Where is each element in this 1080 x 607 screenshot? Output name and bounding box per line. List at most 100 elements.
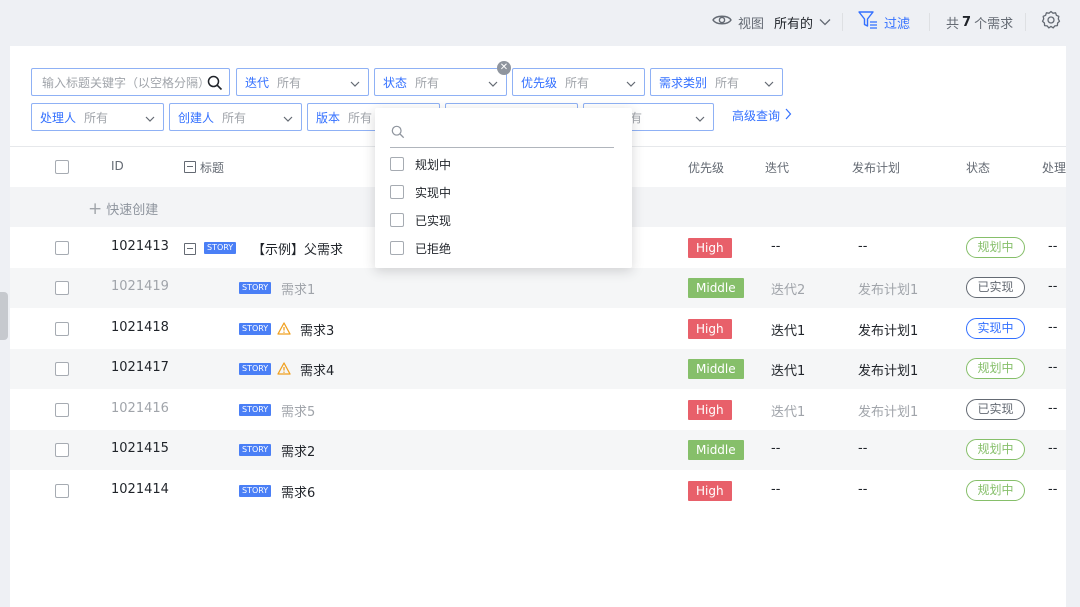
row-release-plan: -- (858, 482, 868, 497)
status-filter-dropdown: 规划中 实现中 已实现 已拒绝 (375, 108, 632, 268)
filter-requirement-category[interactable]: 需求类别 所有 (650, 68, 783, 96)
search-icon[interactable] (207, 75, 223, 94)
header-release-plan[interactable]: 发布计划 (852, 159, 900, 176)
row-checkbox[interactable] (55, 403, 69, 417)
filter-iteration[interactable]: 迭代 所有 (236, 68, 369, 96)
row-release-plan: -- (858, 239, 868, 254)
clear-status-filter-icon[interactable]: ✕ (497, 61, 511, 75)
table-row[interactable]: 1021417 STORY 需求4 Middle 迭代1 发布计划1 规划中 -- (10, 349, 1066, 389)
row-iteration: 迭代1 (771, 364, 806, 379)
option-checkbox[interactable] (390, 213, 404, 227)
priority-badge: High (688, 238, 732, 258)
filter-handler[interactable]: 处理人 所有 (31, 103, 164, 131)
row-title[interactable]: 需求6 (281, 482, 315, 501)
header-priority[interactable]: 优先级 (688, 159, 724, 176)
status-badge[interactable]: 已实现 (966, 277, 1025, 298)
table-row[interactable]: 1021419 STORY 需求1 Middle 迭代2 发布计划1 已实现 -- (10, 268, 1066, 308)
option-checkbox[interactable] (390, 241, 404, 255)
chevron-down-icon (488, 77, 498, 91)
priority-badge: High (688, 481, 732, 501)
filter-priority[interactable]: 优先级 所有 (512, 68, 645, 96)
divider (929, 13, 930, 31)
settings-button[interactable] (1041, 10, 1061, 32)
view-value: 所有的 (774, 16, 814, 32)
row-release-plan: 发布计划1 (858, 364, 919, 379)
dropdown-option-rejected[interactable]: 已拒绝 (390, 238, 451, 258)
row-title[interactable]: 需求1 (281, 279, 315, 298)
status-badge[interactable]: 规划中 (966, 439, 1025, 460)
table-row[interactable]: 1021414 STORY 需求6 High -- -- 规划中 -- (10, 471, 1066, 511)
dropdown-option-planning[interactable]: 规划中 (390, 154, 451, 174)
collapse-all-icon[interactable] (184, 161, 196, 173)
header-handler[interactable]: 处理 (1042, 159, 1066, 176)
warning-icon (277, 322, 291, 339)
header-status[interactable]: 状态 (966, 159, 990, 176)
row-iteration: 迭代1 (771, 324, 806, 339)
select-all-checkbox[interactable] (55, 160, 69, 174)
option-checkbox[interactable] (390, 157, 404, 171)
quick-create-button[interactable]: + 快速创建 (88, 199, 158, 219)
collapse-icon[interactable] (184, 243, 196, 255)
dropdown-option-done[interactable]: 已实现 (390, 210, 451, 230)
priority-badge: Middle (688, 440, 744, 460)
priority-badge: High (688, 319, 732, 339)
row-title[interactable]: 需求2 (281, 441, 315, 460)
header-iteration[interactable]: 迭代 (765, 159, 789, 176)
priority-badge: Middle (688, 278, 744, 298)
row-iteration: -- (771, 482, 781, 497)
table-row[interactable]: 1021415 STORY 需求2 Middle -- -- 规划中 -- (10, 430, 1066, 470)
table-row[interactable]: 1021416 STORY 需求5 High 迭代1 发布计划1 已实现 -- (10, 390, 1066, 430)
row-handler: -- (1048, 401, 1058, 416)
chevron-down-icon (283, 112, 293, 126)
chevron-down-icon (145, 112, 155, 126)
priority-badge: Middle (688, 359, 744, 379)
dropdown-option-in-progress[interactable]: 实现中 (390, 182, 451, 202)
filter-icon (858, 11, 878, 33)
row-title[interactable]: 需求5 (281, 401, 315, 420)
header-title[interactable]: 标题 (200, 159, 224, 176)
row-title[interactable]: 需求3 (300, 320, 334, 339)
row-checkbox[interactable] (55, 322, 69, 336)
row-checkbox[interactable] (55, 362, 69, 376)
filter-creator[interactable]: 创建人 所有 (169, 103, 302, 131)
status-badge[interactable]: 规划中 (966, 237, 1025, 258)
view-selector[interactable]: 视图 所有的 (712, 12, 831, 32)
sidebar-collapse-handle[interactable] (0, 292, 8, 340)
table-row[interactable]: 1021418 STORY 需求3 High 迭代1 发布计划1 实现中 -- (10, 309, 1066, 349)
row-id: 1021416 (111, 401, 169, 416)
status-badge[interactable]: 实现中 (966, 318, 1025, 339)
title-search-input[interactable]: 输入标题关键字（以空格分隔） (31, 68, 230, 96)
row-handler: -- (1048, 360, 1058, 375)
row-iteration: -- (771, 441, 781, 456)
story-badge: STORY (239, 323, 272, 335)
row-checkbox[interactable] (55, 443, 69, 457)
row-release-plan: 发布计划1 (858, 405, 919, 420)
count-value: 7 (962, 14, 972, 30)
chevron-down-icon (695, 112, 705, 126)
filter-status[interactable]: 状态 所有 (374, 68, 507, 96)
chevron-down-icon (764, 77, 774, 91)
row-title[interactable]: 【示例】父需求 (252, 239, 343, 258)
row-id: 1021414 (111, 482, 169, 497)
row-checkbox[interactable] (55, 484, 69, 498)
filter-toggle-button[interactable]: 过滤 (858, 11, 910, 33)
row-checkbox[interactable] (55, 281, 69, 295)
story-badge: STORY (204, 242, 237, 254)
row-id: 1021418 (111, 320, 169, 335)
status-badge[interactable]: 规划中 (966, 358, 1025, 379)
row-checkbox[interactable] (55, 241, 69, 255)
story-badge: STORY (239, 282, 272, 294)
status-badge[interactable]: 规划中 (966, 480, 1025, 501)
row-title[interactable]: 需求4 (300, 360, 334, 379)
dropdown-search-input[interactable] (390, 120, 614, 148)
priority-badge: High (688, 400, 732, 420)
chevron-down-icon (819, 15, 831, 30)
row-handler: -- (1048, 279, 1058, 294)
row-handler: -- (1048, 441, 1058, 456)
plus-icon: + (88, 199, 103, 219)
option-checkbox[interactable] (390, 185, 404, 199)
advanced-query-link[interactable]: 高级查询 (732, 107, 792, 124)
top-bar: 视图 所有的 过滤 共 7 个需求 (0, 0, 1080, 44)
status-badge[interactable]: 已实现 (966, 399, 1025, 420)
header-id[interactable]: ID (111, 159, 124, 173)
